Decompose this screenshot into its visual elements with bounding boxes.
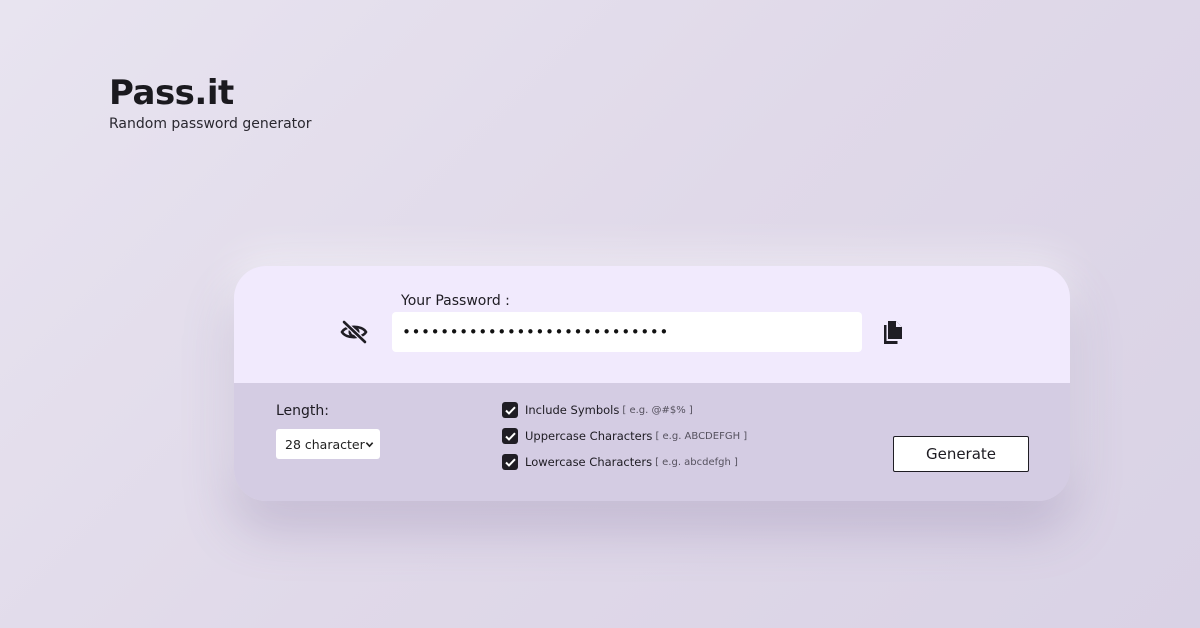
password-panel: Your Password : ••••••••••••••••••••••••…: [234, 266, 1070, 383]
check-icon: [504, 432, 516, 441]
length-selected-value: 28 character: [285, 436, 365, 452]
option-include-symbols[interactable]: Include Symbols [ e.g. @#$% ]: [502, 402, 693, 418]
copy-icon[interactable]: [883, 321, 903, 344]
password-label: Your Password :: [401, 293, 510, 309]
option-example: [ e.g. abcdefgh ]: [655, 456, 738, 468]
option-uppercase[interactable]: Uppercase Characters [ e.g. ABCDEFGH ]: [502, 428, 747, 444]
password-field[interactable]: ••••••••••••••••••••••••••••: [392, 312, 862, 352]
checkbox-lowercase[interactable]: [502, 454, 518, 470]
app-title: Pass.it: [109, 73, 234, 113]
check-icon: [504, 406, 516, 415]
option-label: Lowercase Characters: [525, 455, 653, 469]
option-example: [ e.g. ABCDEFGH ]: [655, 430, 748, 442]
length-select[interactable]: 28 character: [276, 429, 380, 459]
check-icon: [504, 458, 516, 467]
checkbox-uppercase[interactable]: [502, 428, 518, 444]
option-lowercase[interactable]: Lowercase Characters [ e.g. abcdefgh ]: [502, 454, 738, 470]
brand-header: Pass.it Random password generator: [109, 72, 311, 132]
chevron-down-icon: [365, 441, 374, 447]
option-label: Include Symbols: [525, 403, 620, 417]
eye-slash-icon[interactable]: [340, 320, 368, 344]
generate-button[interactable]: Generate: [893, 436, 1029, 472]
length-label: Length:: [276, 403, 330, 419]
option-example: [ e.g. @#$% ]: [622, 404, 693, 416]
option-label: Uppercase Characters: [525, 429, 653, 443]
checkbox-symbols[interactable]: [502, 402, 518, 418]
app-subtitle: Random password generator: [109, 116, 312, 132]
generator-card: Your Password : ••••••••••••••••••••••••…: [234, 266, 1070, 501]
